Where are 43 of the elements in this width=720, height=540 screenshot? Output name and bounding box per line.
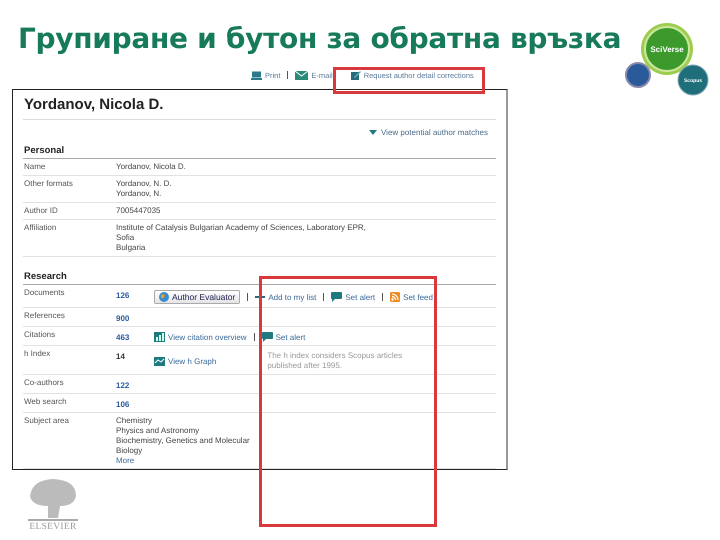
field-label: Affiliation xyxy=(24,223,58,234)
section-heading: Personal xyxy=(23,145,496,159)
field-label: Web search xyxy=(24,397,68,408)
count-value[interactable]: 126 xyxy=(116,288,154,300)
publisher-name: ELSEVIER xyxy=(29,522,77,532)
field-value: Yordanov, N. D. xyxy=(116,179,172,189)
count-value[interactable]: 463 xyxy=(116,330,154,342)
field-value: Biochemistry, Genetics and Molecular Biology xyxy=(116,436,251,456)
section-heading: Research xyxy=(23,271,496,285)
action-link[interactable]: Add to my list xyxy=(268,292,316,302)
field-value: Yordanov, N. xyxy=(116,189,162,199)
field-value: Physics and Astronomy xyxy=(116,426,200,436)
slide-title: Групиране и бутон за обратна връзка xyxy=(17,21,622,55)
field-label: Other formats xyxy=(24,179,74,190)
action-link[interactable]: View citation overview xyxy=(168,332,247,342)
field-label: Subject area xyxy=(24,416,70,427)
field-label: Co-authors xyxy=(24,378,65,389)
sciverse-badge: SciVerse xyxy=(641,23,693,75)
count-value[interactable]: 106 xyxy=(116,397,154,409)
h-index-note: The h index considers Scopus articles published after 1995. xyxy=(267,351,404,371)
action-link[interactable]: Set alert xyxy=(276,332,306,342)
field-label: References xyxy=(24,311,66,322)
count-value: 14 xyxy=(116,351,126,361)
field-label: Citations xyxy=(24,330,56,341)
field-value: Sofia xyxy=(116,233,136,243)
action-link[interactable]: Set alert xyxy=(345,292,376,302)
field-label: h Index xyxy=(24,349,52,360)
count-value[interactable]: 122 xyxy=(116,378,154,390)
field-label: Documents xyxy=(24,288,66,299)
count-value[interactable]: 900 xyxy=(116,311,154,323)
author-name: Yordanov, Nicola D. xyxy=(23,94,496,120)
field-value: Chemistry xyxy=(116,416,154,426)
author-matches-link[interactable]: View potential author matches xyxy=(380,128,488,137)
field-value: Bulgaria xyxy=(116,243,146,253)
field-label: Author ID xyxy=(24,206,59,216)
more-link[interactable]: More xyxy=(116,456,254,465)
field-value: Yordanov, Nicola D. xyxy=(116,162,186,172)
action-link[interactable]: View h Graph xyxy=(168,356,216,366)
field-label: Name xyxy=(24,162,46,172)
field-value: Institute of Catalysis Bulgarian Academy of Sciences, Laboratory EPR, xyxy=(116,223,366,233)
field-value: 7005447035 xyxy=(116,206,160,216)
author-evaluator-button[interactable]: Author Evaluator xyxy=(154,290,240,304)
action-link[interactable]: Set feed xyxy=(403,292,433,302)
